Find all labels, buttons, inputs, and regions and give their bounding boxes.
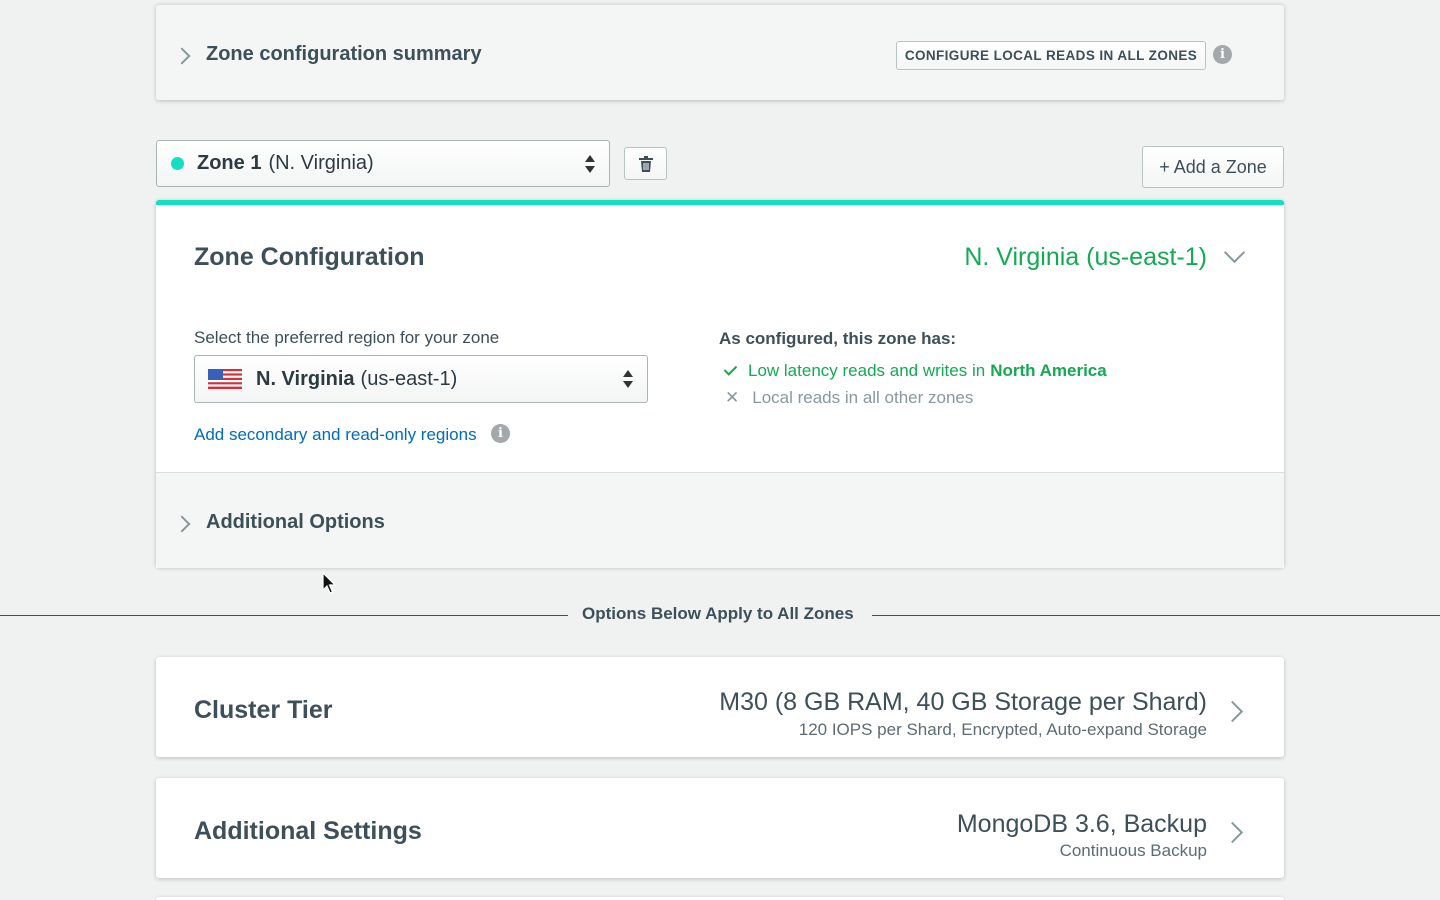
configure-local-reads-button[interactable]: CONFIGURE LOCAL READS IN ALL ZONES [896,41,1206,70]
additional-options-title[interactable]: Additional Options [206,511,385,534]
select-arrows-icon [585,154,595,173]
trash-icon [638,155,653,172]
feature-yes-region: North America [990,361,1107,380]
additional-options-section[interactable]: Additional Options [156,472,1284,568]
zone-configuration-title: Zone Configuration [194,243,425,271]
configured-heading: As configured, this zone has: [719,329,957,348]
add-zone-label: + Add a Zone [1159,156,1267,177]
divider-line-left [0,615,568,616]
cluster-tier-title: Cluster Tier [194,696,333,724]
chevron-right-icon[interactable] [1221,821,1244,844]
region-select[interactable]: N. Virginia (us-east-1) [194,355,648,403]
zone-region-summary[interactable]: N. Virginia (us-east-1) [964,243,1207,272]
cluster-tier-value: M30 (8 GB RAM, 40 GB Storage per Shard) [719,688,1207,716]
add-secondary-regions-link[interactable]: Add secondary and read-only regions [194,425,477,445]
additional-settings-value: MongoDB 3.6, Backup [956,810,1207,838]
additional-settings-title: Additional Settings [194,817,422,845]
additional-settings-subvalue: Continuous Backup [1059,841,1207,860]
additional-settings-panel[interactable]: Additional Settings MongoDB 3.6, Backup … [156,778,1284,878]
cluster-tier-panel[interactable]: Cluster Tier M30 (8 GB RAM, 40 GB Storag… [156,657,1284,757]
feature-yes-row: Low latency reads and writes in North Am… [723,361,1107,381]
chevron-right-icon[interactable] [1221,700,1244,723]
zone-name: Zone 1 [197,152,262,174]
mouse-cursor-icon [322,572,337,594]
region-select-name: N. Virginia [256,367,355,390]
select-arrows-icon [623,370,633,388]
feature-yes-text: Low latency reads and writes in [748,361,986,380]
region-select-label: Select the preferred region for your zon… [194,328,500,347]
zone-status-dot [171,157,184,170]
zone-configuration-panel: Zone Configuration N. Virginia (us-east-… [156,200,1284,568]
check-icon [723,362,738,376]
zone-summary-panel: Zone configuration summary CONFIGURE LOC… [156,4,1284,100]
zone-select[interactable]: Zone 1 (N. Virginia) [156,140,610,187]
info-icon[interactable]: i [1213,45,1232,64]
configure-local-reads-label: CONFIGURE LOCAL READS IN ALL ZONES [904,48,1198,63]
divider-text: Options Below Apply to All Zones [582,604,854,623]
expand-chevron-icon[interactable] [173,47,191,67]
collapse-chevron-icon[interactable] [1223,241,1246,264]
us-flag-icon [208,369,242,389]
cluster-tier-subvalue: 120 IOPS per Shard, Encrypted, Auto-expa… [798,720,1207,739]
zone-summary-title[interactable]: Zone configuration summary [206,43,482,66]
zone-region: (N. Virginia) [268,152,374,174]
feature-no-row: ✕ Local reads in all other zones [725,388,973,408]
feature-no-text: Local reads in all other zones [752,388,974,407]
x-icon: ✕ [725,388,740,407]
delete-zone-button[interactable] [624,147,667,180]
region-select-code: (us-east-1) [360,367,458,390]
divider-line-right [872,615,1440,616]
add-zone-button[interactable]: + Add a Zone [1142,146,1284,188]
expand-chevron-icon[interactable] [173,515,191,535]
info-icon[interactable]: i [491,424,510,443]
